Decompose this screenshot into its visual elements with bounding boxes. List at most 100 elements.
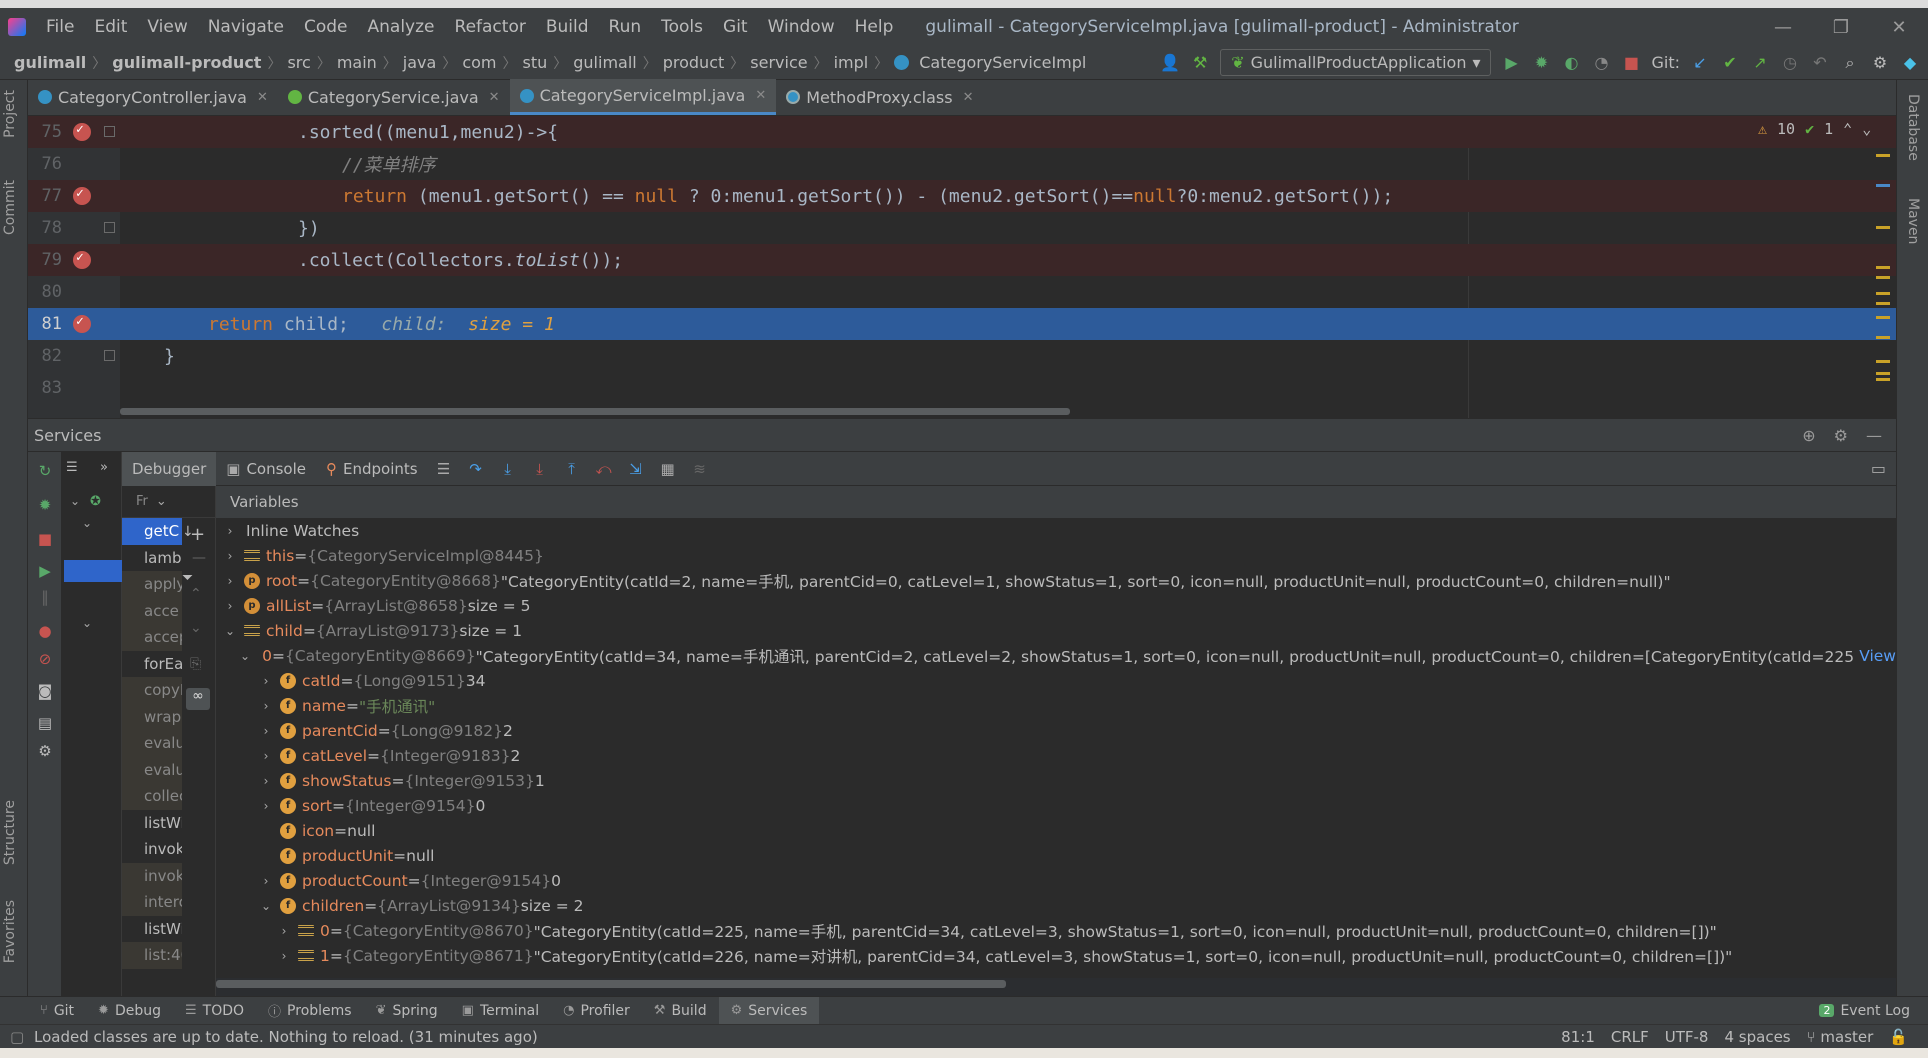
coverage-icon[interactable]: ◐ (1561, 53, 1581, 73)
expand-icon[interactable]: › (258, 774, 274, 788)
tree-expand-icon[interactable]: ⌄ (70, 494, 80, 508)
mute-breakpoints-icon[interactable]: ⊘ (36, 650, 54, 668)
menu-build[interactable]: Build (536, 17, 599, 37)
tab-build[interactable]: ⚒ Build (642, 997, 719, 1025)
expand-icon[interactable]: › (222, 549, 238, 563)
restore-icon[interactable]: ❐ (1812, 8, 1870, 46)
breakpoint-icon[interactable] (73, 314, 91, 333)
crumb-main[interactable]: main (331, 53, 383, 72)
tab-debugger[interactable]: Debugger (122, 451, 217, 486)
collapse-icon[interactable]: ⌄ (240, 649, 250, 663)
debug-icon[interactable]: ✹ (36, 496, 54, 514)
chevron-down-icon[interactable]: ⌄ (1862, 120, 1871, 138)
close-tab-icon[interactable]: ✕ (489, 90, 500, 105)
stop-icon[interactable]: ■ (1621, 53, 1641, 73)
build-hammer-icon[interactable]: ⚒ (1190, 53, 1210, 73)
user-icon[interactable]: 👤 (1160, 53, 1180, 73)
variable-row[interactable]: › p root = {CategoryEntity@8668} "Category… (216, 568, 1896, 593)
close-icon[interactable]: ✕ (1870, 8, 1928, 46)
status-message[interactable]: Loaded classes are up to date. Nothing t… (0, 1028, 538, 1046)
evaluate-expression-icon[interactable]: ▦ (657, 458, 679, 480)
variable-row[interactable]: › this = {CategoryServiceImpl@8445} (216, 543, 1896, 568)
debug-icon[interactable]: ✹ (1531, 53, 1551, 73)
menu-window[interactable]: Window (758, 17, 845, 37)
chevron-down-icon[interactable]: ⌄ (156, 494, 167, 509)
variable-row[interactable]: › f parentCid = {Long@9182} 2 (216, 718, 1896, 743)
layout-icon[interactable]: ▤ (36, 714, 54, 732)
tab-console[interactable]: ▣ Console (216, 452, 316, 486)
crumb-product[interactable]: product (657, 53, 731, 72)
crumb-java[interactable]: java (397, 53, 443, 72)
tab-category-service[interactable]: CategoryService.java ✕ (278, 79, 510, 115)
expand-icon[interactable]: › (258, 724, 274, 738)
menu-code[interactable]: Code (294, 17, 358, 37)
collapse-all-icon[interactable]: ☰ (66, 460, 78, 475)
filter-icon[interactable]: ⏷ (182, 570, 193, 586)
copy-icon[interactable]: ⎘ (190, 656, 201, 672)
drop-frame-icon[interactable]: ⤺ (593, 458, 615, 480)
tab-todo[interactable]: ☰ TODO (173, 997, 256, 1025)
search-icon[interactable]: ⌕ (1840, 53, 1860, 73)
glasses-icon[interactable]: ∞ (186, 688, 210, 710)
chevron-up-icon[interactable]: ⌃ (1843, 120, 1852, 138)
variable-row[interactable]: › 0 = {CategoryEntity@8670} "CategoryEnti… (216, 918, 1896, 943)
crumb-impl[interactable]: impl (828, 53, 875, 72)
variable-row[interactable]: › 1 = {CategoryEntity@8671} "CategoryEnti… (216, 943, 1896, 968)
collapse-icon[interactable]: ⌄ (222, 624, 238, 638)
tab-commit[interactable]: Commit (2, 180, 18, 235)
target-icon[interactable]: ⊕ (1802, 426, 1815, 445)
crumb-gulimall[interactable]: gulimall (567, 53, 642, 72)
crumb-stu[interactable]: stu (517, 53, 554, 72)
layout-toggle-icon[interactable]: ▢ (10, 1028, 24, 1046)
step-into-icon[interactable]: ⤓ (497, 458, 519, 480)
variable-row[interactable]: › f name = "手机通讯" (216, 693, 1896, 718)
variable-row[interactable]: ⌄ 0 = {CategoryEntity@8669} "CategoryEnti… (216, 643, 1896, 668)
expand-icon[interactable]: › (222, 574, 238, 588)
crumb-com[interactable]: com (456, 53, 502, 72)
gear-icon[interactable]: ⚙ (1870, 53, 1890, 73)
menu-help[interactable]: Help (845, 17, 904, 37)
stop-icon[interactable]: ■ (36, 530, 54, 548)
expand-icon[interactable]: › (222, 599, 238, 613)
menu-view[interactable]: View (137, 17, 197, 37)
tab-services[interactable]: ⚙ Services (718, 996, 820, 1025)
tab-database[interactable]: Database (1905, 94, 1921, 161)
run-to-cursor-icon[interactable]: ⇲ (625, 458, 647, 480)
tab-method-proxy[interactable]: MethodProxy.class ✕ (776, 79, 983, 115)
view-breakpoints-icon[interactable]: ● (36, 622, 54, 640)
variable-row[interactable]: › p allList = {ArrayList@8658} size = 5 (216, 593, 1896, 618)
inline-watches-row[interactable]: › Inline Watches (216, 518, 1896, 543)
variable-row[interactable]: › f catLevel = {Integer@9183} 2 (216, 743, 1896, 768)
code-line[interactable]: 80 (28, 276, 1896, 308)
horizontal-scrollbar[interactable] (120, 408, 1070, 415)
add-watch-icon[interactable]: + (190, 524, 205, 545)
menu-run[interactable]: Run (599, 17, 652, 37)
expand-icon[interactable]: › (276, 949, 292, 963)
force-step-into-icon[interactable]: ⤓ (529, 458, 551, 480)
more-icon[interactable]: » (100, 460, 108, 475)
resume-icon[interactable]: ▶ (36, 562, 54, 580)
current-execution-line[interactable]: 81 return child; child: size = 1 (28, 308, 1896, 340)
code-line[interactable]: 77 return (menu1.getSort() == null ? 0:m… (28, 180, 1896, 212)
close-tab-icon[interactable]: ✕ (755, 88, 766, 103)
rollback-icon[interactable]: ↶ (1810, 53, 1830, 73)
tab-favorites[interactable]: Favorites (2, 900, 18, 963)
tab-spring[interactable]: ❦ Spring (364, 997, 450, 1025)
menu-tools[interactable]: Tools (651, 17, 713, 37)
selected-tree-node[interactable] (64, 560, 122, 582)
plugin-icon[interactable]: ◆ (1900, 53, 1920, 73)
indent-setting[interactable]: 4 spaces (1724, 1028, 1790, 1046)
lock-icon[interactable]: 🔓 (1889, 1028, 1908, 1046)
menu-git[interactable]: Git (713, 17, 758, 37)
history-icon[interactable]: ◷ (1780, 53, 1800, 73)
tab-maven[interactable]: Maven (1905, 198, 1921, 244)
code-line[interactable]: 76 //菜单排序 (28, 148, 1896, 180)
caret-position[interactable]: 81:1 (1561, 1028, 1595, 1046)
line-separator[interactable]: CRLF (1611, 1028, 1649, 1046)
crumb-module[interactable]: gulimall-product (106, 53, 267, 72)
expand-icon[interactable]: › (276, 924, 292, 938)
file-encoding[interactable]: UTF-8 (1665, 1028, 1709, 1046)
variable-row[interactable]: › f productCount = {Integer@9154} 0 (216, 868, 1896, 893)
step-out-icon[interactable]: ⤒ (561, 458, 583, 480)
breakpoint-icon[interactable] (73, 250, 91, 269)
